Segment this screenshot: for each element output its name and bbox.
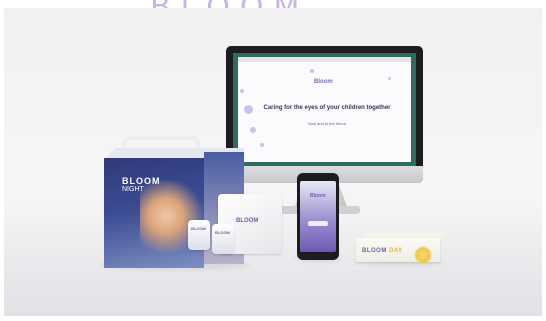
product-photo: Bloom Caring for the eyes of your childr… [4, 8, 542, 316]
box-logo-line2: NIGHT [122, 186, 144, 193]
brand-wordmark-cut: BLOOM [150, 0, 309, 8]
decor-bubble [310, 69, 314, 73]
decor-bubble [244, 105, 253, 114]
lens-blister: BLOOM [212, 224, 234, 254]
daybox-logo-bloom: BLOOM [362, 248, 387, 254]
decor-bubble [250, 127, 256, 133]
decor-bubble [240, 89, 244, 93]
daybox-logo-day: DAY [389, 248, 403, 254]
box-front: BLOOM NIGHT [104, 158, 204, 268]
website-window: Bloom Caring for the eyes of your childr… [238, 57, 411, 162]
pouch-logo: BLOOM [236, 218, 259, 224]
decor-bubble [260, 143, 264, 147]
daybox-front: BLOOM DAY [356, 238, 440, 264]
daybox-logo: BLOOM DAY [362, 248, 403, 254]
website-logo: Bloom [314, 79, 333, 85]
desktop-monitor: Bloom Caring for the eyes of your childr… [226, 46, 423, 183]
sun-graphic [414, 246, 432, 264]
phone-app-button [308, 221, 328, 226]
lens-blister: BLOOM [188, 220, 210, 250]
monitor-screen: Bloom Caring for the eyes of your childr… [233, 53, 416, 166]
product-scene: BLOOM Bloom Caring for the eyes of your … [0, 0, 546, 321]
smartphone: Bloom [297, 173, 339, 260]
phone-screen: Bloom [300, 181, 336, 252]
website-heading: Caring for the eyes of your children tog… [263, 105, 391, 111]
decor-bubble [388, 77, 391, 80]
box-logo: BLOOM NIGHT [122, 176, 161, 194]
top-brand-strip: BLOOM [0, 0, 546, 8]
bloom-day-box: BLOOM DAY [356, 232, 446, 264]
blister-logo: BLOOM [191, 226, 206, 231]
box-logo-line1: BLOOM [122, 176, 161, 186]
blister-logo: BLOOM [215, 230, 230, 235]
website-subheading: Now and in the future [307, 121, 347, 126]
browser-toolbar [238, 57, 411, 62]
phone-app-logo: Bloom [310, 193, 326, 199]
